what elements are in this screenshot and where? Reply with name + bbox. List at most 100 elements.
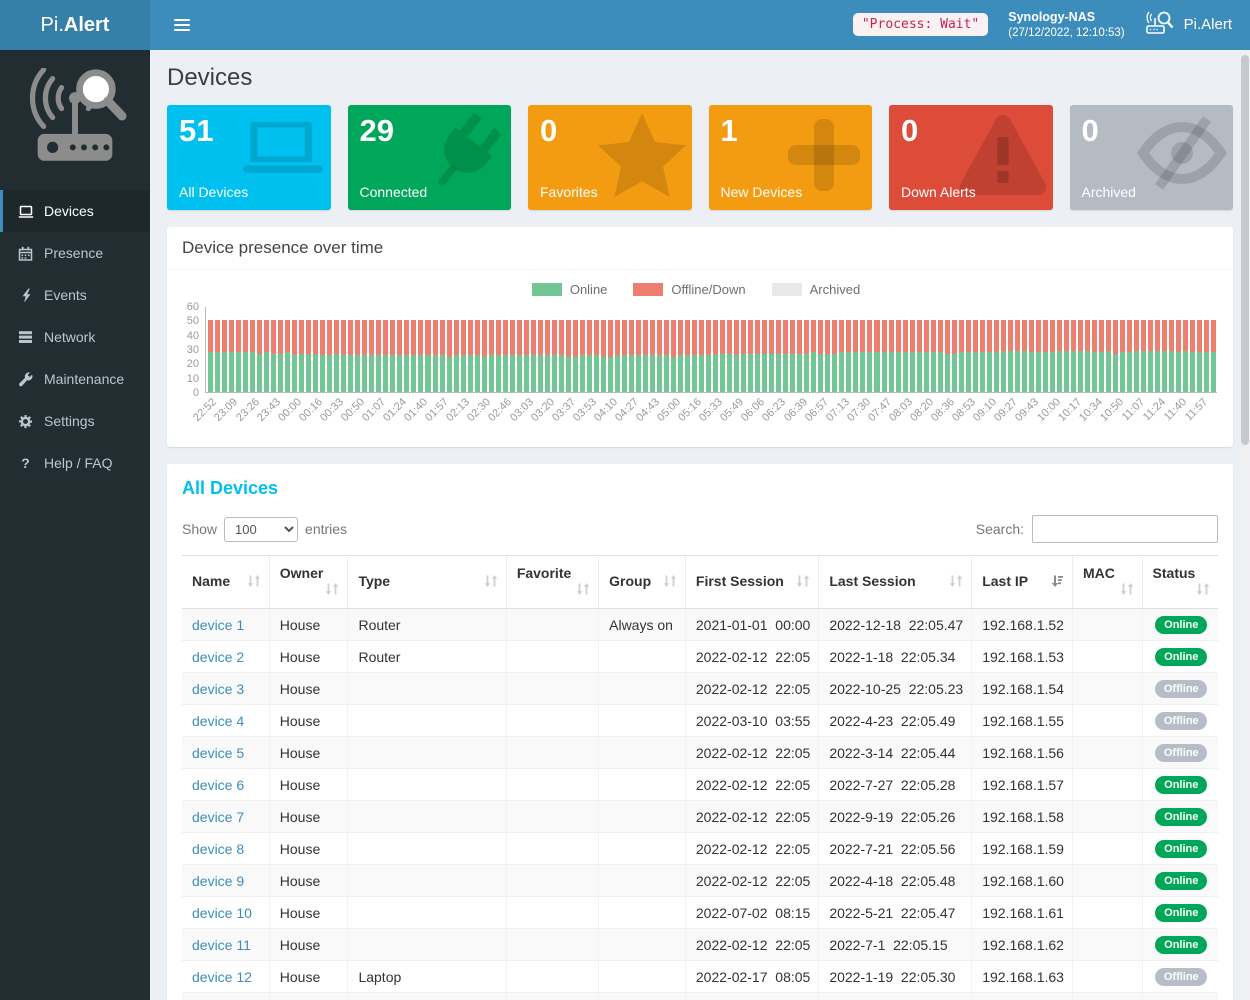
chart-bar [531, 307, 536, 392]
cell-owner: House [269, 609, 348, 641]
vertical-scrollbar[interactable] [1240, 50, 1250, 1000]
cell-status: Online [1142, 609, 1218, 641]
bolt-icon [17, 288, 34, 303]
column-header-owner[interactable]: Owner [269, 556, 348, 609]
card-all-devices[interactable]: 51 All Devices [167, 105, 331, 210]
device-link[interactable]: device 11 [192, 937, 251, 953]
chart-bar [271, 307, 276, 392]
cell-last_ip: 192.168.1.59 [972, 833, 1073, 865]
chart-bar [832, 307, 837, 392]
chart-bar [1043, 307, 1048, 392]
column-header-first-session[interactable]: First Session [685, 556, 818, 609]
chart-bar [643, 307, 648, 392]
chart-bar [685, 307, 690, 392]
sidebar-item-presence[interactable]: Presence [0, 232, 150, 274]
status-badge: Online [1155, 776, 1207, 794]
legend-item-archived[interactable]: Archived [772, 282, 861, 297]
cell-favorite [506, 961, 598, 993]
sidebar-item-help[interactable]: ? Help / FAQ [0, 442, 150, 484]
cell-type [348, 737, 506, 769]
card-new-devices[interactable]: 1 New Devices [709, 105, 873, 210]
cell-last_ip: 192.168.1.57 [972, 769, 1073, 801]
sidebar-toggle-icon[interactable] [166, 10, 198, 40]
device-link[interactable]: device 3 [192, 681, 244, 697]
chart-bar [910, 307, 915, 392]
cell-name: device 3 [182, 673, 269, 705]
legend-item-online[interactable]: Online [532, 282, 608, 297]
device-link[interactable]: device 9 [192, 873, 244, 889]
cell-owner: House [269, 833, 348, 865]
gear-icon [17, 414, 34, 429]
table-row: device 3House2022-02-12 22:052022-10-25 … [182, 673, 1218, 705]
column-header-type[interactable]: Type [348, 556, 506, 609]
card-favorites[interactable]: 0 Favorites [528, 105, 692, 210]
search-label: Search: [976, 521, 1024, 537]
device-link[interactable]: device 10 [192, 905, 252, 921]
legend-item-offline[interactable]: Offline/Down [633, 282, 745, 297]
scrollbar-thumb[interactable] [1241, 55, 1249, 445]
top-navbar: Pi.Alert "Process: Wait" Synology-NAS (2… [0, 0, 1250, 50]
search-input[interactable] [1032, 515, 1218, 543]
chart-bar [699, 307, 704, 392]
device-link[interactable]: device 8 [192, 841, 244, 857]
chart-bar [278, 307, 283, 392]
device-link[interactable]: device 1 [192, 617, 244, 633]
column-header-group[interactable]: Group [599, 556, 686, 609]
device-link[interactable]: device 4 [192, 713, 244, 729]
sidebar-item-label: Settings [44, 413, 95, 429]
chart-bar [867, 307, 872, 392]
entries-label: entries [305, 521, 347, 537]
status-badge: Online [1155, 808, 1207, 826]
cell-first_session: 2022-02-17 08:05 [685, 961, 818, 993]
host-name: Synology-NAS [1008, 9, 1124, 26]
header-brand-link[interactable]: Pi.Alert [1145, 10, 1232, 40]
column-header-mac[interactable]: MAC [1072, 556, 1142, 609]
y-axis-label: 0 [193, 387, 199, 399]
chart-bar [250, 307, 255, 392]
legend-label: Online [570, 282, 608, 297]
sidebar-item-settings[interactable]: Settings [0, 400, 150, 442]
cell-type [348, 769, 506, 801]
column-header-last-session[interactable]: Last Session [819, 556, 972, 609]
legend-label: Archived [810, 282, 861, 297]
device-link[interactable]: device 7 [192, 809, 244, 825]
chart-bar [1008, 307, 1013, 392]
chart-bar [1127, 307, 1132, 392]
card-connected[interactable]: 29 Connected [348, 105, 512, 210]
card-down-alerts[interactable]: 0 Down Alerts [889, 105, 1053, 210]
chart-bar [1050, 307, 1055, 392]
sidebar-item-maintenance[interactable]: Maintenance [0, 358, 150, 400]
column-header-last-ip[interactable]: Last IP [972, 556, 1073, 609]
laptop-icon [17, 204, 34, 219]
cell-name: device 12 [182, 961, 269, 993]
column-header-status[interactable]: Status [1142, 556, 1218, 609]
chart-bar [720, 307, 725, 392]
card-value: 1 [721, 113, 861, 149]
chart-bar [601, 307, 606, 392]
sidebar-item-network[interactable]: Network [0, 316, 150, 358]
cell-mac [1072, 897, 1142, 929]
cell-mac [1072, 993, 1142, 1000]
cell-group [599, 705, 686, 737]
chart-bar [1211, 307, 1216, 392]
card-archived[interactable]: 0 Archived [1070, 105, 1234, 210]
cell-group [599, 673, 686, 705]
cell-status: Online [1142, 641, 1218, 673]
device-link[interactable]: device 6 [192, 777, 244, 793]
app-logo[interactable]: Pi.Alert [0, 0, 150, 50]
device-link[interactable]: device 2 [192, 649, 244, 665]
sidebar-item-devices[interactable]: Devices [0, 190, 150, 232]
chart-bar [987, 307, 992, 392]
cell-owner: House [269, 705, 348, 737]
device-link[interactable]: device 12 [192, 969, 252, 985]
chart-bar [657, 307, 662, 392]
device-link[interactable]: device 5 [192, 745, 244, 761]
page-length-select[interactable]: 100 [224, 517, 298, 542]
cell-status: Offline [1142, 673, 1218, 705]
sidebar-item-events[interactable]: Events [0, 274, 150, 316]
cell-name: device 13 [182, 993, 269, 1000]
column-header-favorite[interactable]: Favorite [506, 556, 598, 609]
column-header-name[interactable]: Name [182, 556, 269, 609]
chart-bar [896, 307, 901, 392]
cell-status: Online [1142, 897, 1218, 929]
